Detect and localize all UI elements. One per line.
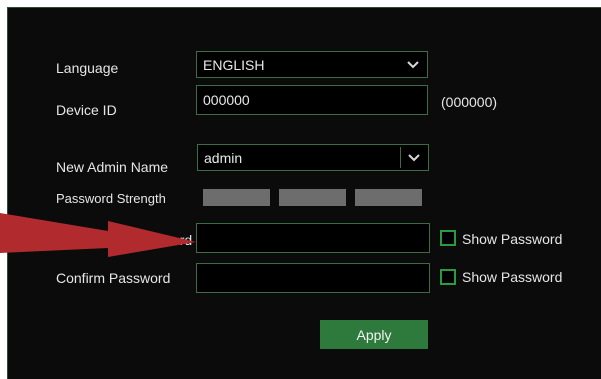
language-select[interactable]: ENGLISH — [196, 51, 428, 78]
strength-segment-3 — [355, 189, 422, 206]
confirm-password-field[interactable] — [196, 263, 430, 293]
new-password-input[interactable] — [203, 230, 429, 246]
strength-segment-2 — [279, 189, 346, 206]
show-password-checkbox-1[interactable] — [440, 230, 456, 246]
admin-name-field[interactable]: admin — [197, 144, 429, 171]
admin-name-value: admin — [204, 149, 243, 166]
admin-name-label: New Admin Name — [56, 159, 169, 175]
confirm-password-label: Confirm Password — [56, 270, 171, 286]
show-password-label-2: Show Password — [462, 269, 563, 285]
chevron-down-icon — [407, 60, 419, 68]
dropdown-separator — [400, 147, 401, 168]
confirm-password-input[interactable] — [203, 270, 429, 286]
strength-segment-1 — [203, 189, 270, 206]
device-id-value: 000000 — [203, 92, 250, 108]
chevron-down-icon[interactable] — [408, 153, 420, 162]
device-setup-panel: Language ENGLISH Device ID 000000 (00000… — [7, 7, 601, 379]
password-strength-label: Password Strength — [56, 191, 166, 206]
show-password-checkbox-2[interactable] — [440, 269, 456, 285]
language-label: Language — [56, 60, 119, 76]
apply-button[interactable]: Apply — [320, 320, 428, 349]
arrow-annotation — [0, 213, 196, 257]
new-password-field[interactable] — [196, 223, 430, 253]
language-value: ENGLISH — [203, 56, 265, 73]
device-id-label: Device ID — [56, 102, 117, 118]
device-id-hint: (000000) — [441, 94, 498, 110]
show-password-label-1: Show Password — [462, 231, 563, 247]
device-id-field[interactable]: 000000 — [196, 85, 428, 115]
